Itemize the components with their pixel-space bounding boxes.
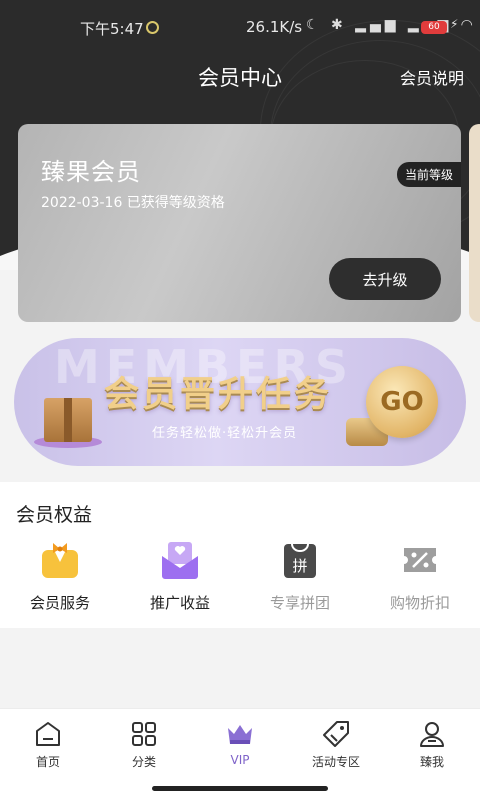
nav-label: 分类 [131,755,156,769]
nav-label: 首页 [35,755,60,769]
nav-item-profile[interactable]: 臻我 [384,719,480,770]
benefit-member-service[interactable]: 会员服务 [0,540,120,613]
category-grid-icon [96,719,192,749]
notification-icon [146,21,159,34]
nav-item-activity[interactable]: 活动专区 [288,719,384,770]
status-time: 下午5:47 [80,20,144,38]
member-info-link[interactable]: 会员说明 [400,65,464,89]
profile-icon [384,719,480,749]
benefits-section: 会员权益 会员服务 推广收益 拼 专享拼团 购物折扣 [0,482,480,628]
member-level-name: 臻果会员 [41,158,141,186]
member-level-card[interactable]: 臻果会员 2022-03-16 已获得等级资格 当前等级 去升级 [18,124,461,322]
current-level-badge: 当前等级 [396,162,461,187]
benefits-title: 会员权益 [16,504,93,526]
benefit-label: 购物折扣 [389,594,450,612]
status-bar: 下午5:47 26.1K/s ☾ ✱ ▂▄▆ ▂▄▆ ◠ 60 ⚡ [0,0,480,52]
benefit-promotion-income[interactable]: 推广收益 [120,540,240,613]
gift-box-icon [44,398,92,442]
qualification-date: 2022-03-16 已获得等级资格 [41,195,225,211]
go-button[interactable]: GO [366,366,438,438]
group-buy-icon: 拼 [280,540,320,580]
battery-icon: 60 [421,21,447,34]
nav-label: VIP [230,753,250,767]
nav-label: 臻我 [419,755,444,769]
member-service-icon [40,540,80,580]
network-speed: 26.1K/s [246,18,303,36]
benefit-group-buy[interactable]: 拼 专享拼团 [240,540,360,613]
nav-item-category[interactable]: 分类 [96,719,192,770]
banner-subtitle: 任务轻松做·轻松升会员 [152,426,298,441]
member-task-banner[interactable]: MEMBERS 会员晋升任务 任务轻松做·轻松升会员 GO [14,338,466,466]
tag-icon [288,719,384,749]
benefit-label: 推广收益 [149,594,210,612]
benefit-label: 专享拼团 [269,594,330,612]
home-icon [0,719,96,749]
nav-item-home[interactable]: 首页 [0,719,96,770]
nav-item-vip[interactable]: VIP [192,719,288,767]
benefit-discount[interactable]: 购物折扣 [360,540,480,613]
home-indicator[interactable] [152,786,328,791]
promotion-income-icon [160,540,200,580]
nav-label: 活动专区 [311,755,360,769]
next-level-card-peek[interactable] [469,124,480,322]
benefit-label: 会员服务 [29,594,90,612]
crown-icon [192,719,288,749]
upgrade-button[interactable]: 去升级 [329,258,441,300]
banner-title: 会员晋升任务 [104,375,333,415]
discount-coupon-icon [400,540,440,580]
svg-text:拼: 拼 [292,557,307,575]
charging-icon: ⚡ [450,17,459,31]
